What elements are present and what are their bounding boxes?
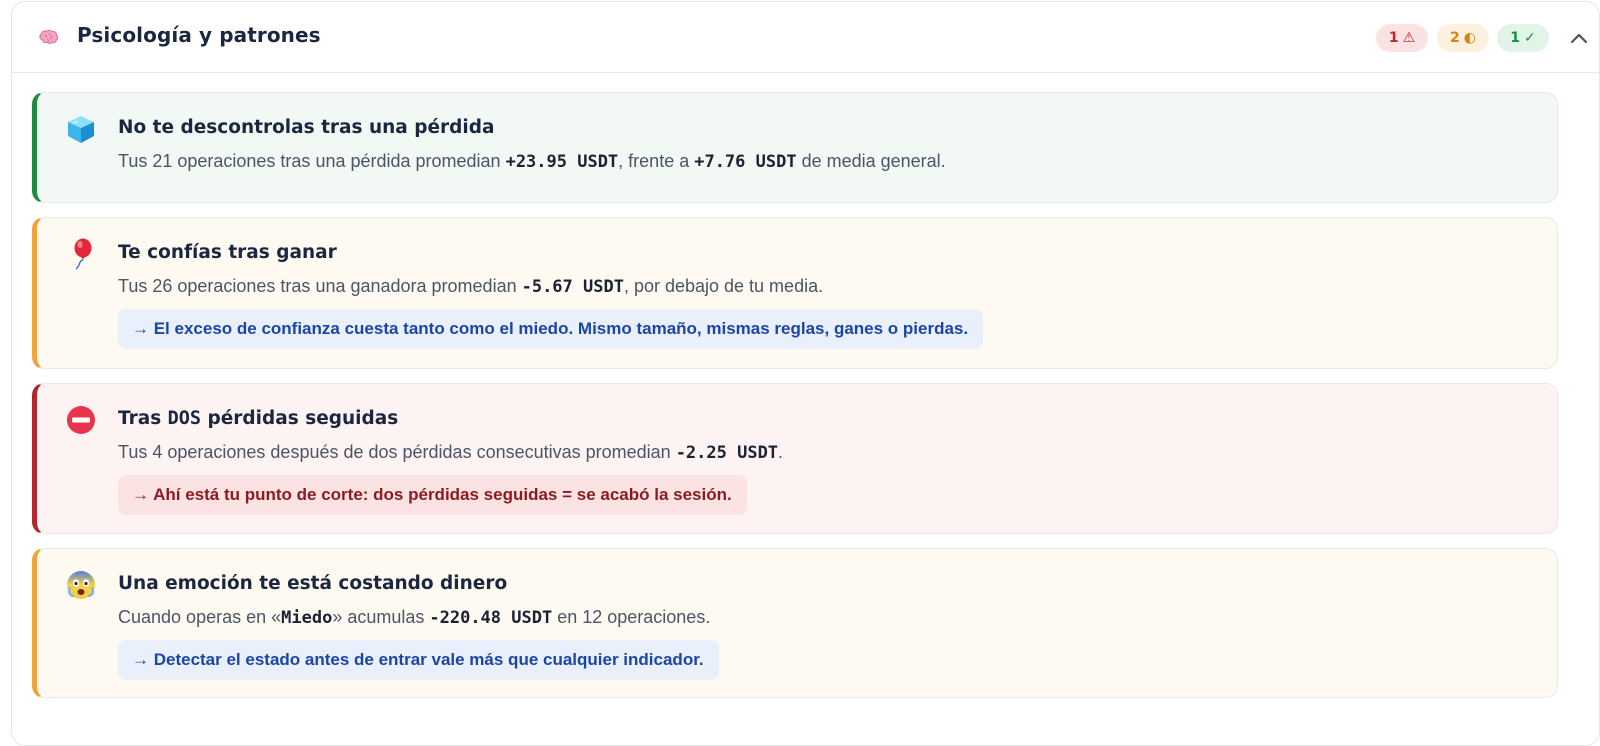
- card-title: Te confías tras ganar: [118, 242, 337, 263]
- description-text: de media general.: [796, 151, 946, 171]
- panel-title: Psicología y patrones: [77, 23, 321, 47]
- metric-value: -2.25 USDT: [675, 443, 779, 463]
- description-text: .: [778, 442, 784, 462]
- description-text: Tus 21 operaciones tras una pérdida prom…: [118, 151, 506, 171]
- metric-value: -5.67 USDT: [521, 277, 624, 297]
- description-text: , por debajo de tu media.: [623, 276, 824, 296]
- card-description: Tus 26 operaciones tras una ganadora pro…: [118, 276, 823, 297]
- description-text: Cuando operas en «: [118, 607, 282, 627]
- description-text: » acumulas: [332, 607, 430, 627]
- advice-callout: → El exceso de confianza cuesta tanto co…: [118, 309, 984, 349]
- ice-cube-icon: [64, 112, 98, 146]
- card-title: No te descontrolas tras una pérdida: [118, 117, 495, 138]
- title-emphasis: DOS: [167, 408, 202, 429]
- alert-count-badge[interactable]: 1 ⚠: [1376, 24, 1428, 52]
- collapse-button[interactable]: [1563, 22, 1595, 54]
- warning-triangle-icon: ⚠: [1402, 30, 1416, 46]
- metric-value: -220.48 USDT: [429, 608, 553, 628]
- check-icon: ✓: [1524, 30, 1536, 46]
- panel-header[interactable]: Psicología y patrones 1 ⚠ 2 ◐ 1 ✓: [12, 2, 1599, 73]
- insight-card-after-win: Te confías tras ganar Tus 26 operaciones…: [32, 217, 1558, 369]
- description-text: en 12 operaciones.: [552, 607, 711, 627]
- description-text: , frente a: [618, 151, 695, 171]
- description-text: Tus 4 operaciones después de dos pérdida…: [118, 442, 676, 462]
- insight-card-emotion: Una emoción te está costando dinero Cuan…: [32, 548, 1558, 698]
- metric-value: +7.76 USDT: [694, 152, 797, 172]
- advice-callout: → Detectar el estado antes de entrar val…: [118, 640, 719, 680]
- card-description: Cuando operas en «Miedo» acumulas -220.4…: [118, 607, 710, 628]
- chevron-up-icon: [1570, 33, 1588, 44]
- description-text: Tus 26 operaciones tras una ganadora pro…: [118, 276, 522, 296]
- badge-count: 2: [1450, 30, 1460, 46]
- balloon-icon: [64, 237, 98, 271]
- card-title: Tras DOS pérdidas seguidas: [118, 408, 398, 429]
- fearful-face-icon: [64, 568, 98, 602]
- card-description: Tus 21 operaciones tras una pérdida prom…: [118, 151, 946, 172]
- badge-count: 1: [1388, 30, 1399, 46]
- title-text: pérdidas seguidas: [201, 408, 399, 429]
- card-title: Una emoción te está costando dinero: [118, 573, 508, 594]
- emotion-name: Miedo: [281, 608, 333, 628]
- ok-count-badge[interactable]: 1 ✓: [1497, 24, 1549, 52]
- badge-count: 1: [1510, 30, 1520, 46]
- no-entry-icon: [64, 403, 98, 437]
- insight-card-two-losses: Tras DOS pérdidas seguidas Tus 4 operaci…: [32, 383, 1558, 534]
- half-circle-icon: ◐: [1463, 30, 1476, 46]
- caution-count-badge[interactable]: 2 ◐: [1437, 24, 1489, 52]
- metric-value: +23.95 USDT: [505, 152, 619, 172]
- insight-card-after-loss: No te descontrolas tras una pérdida Tus …: [32, 92, 1558, 203]
- title-text: Tras: [118, 408, 168, 429]
- brain-icon: [37, 26, 61, 50]
- card-description: Tus 4 operaciones después de dos pérdida…: [118, 442, 783, 463]
- psychology-patterns-panel: Psicología y patrones 1 ⚠ 2 ◐ 1 ✓ No te …: [11, 1, 1600, 746]
- advice-callout: → Ahí está tu punto de corte: dos pérdid…: [118, 475, 747, 515]
